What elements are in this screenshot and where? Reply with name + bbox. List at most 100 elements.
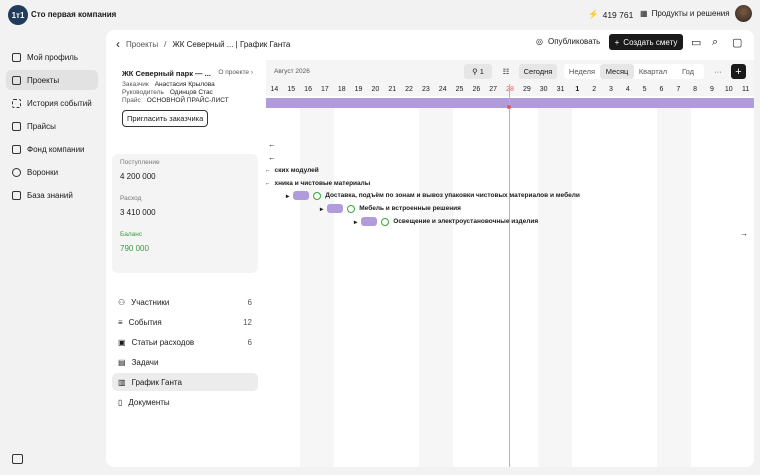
wallet-icon: ▣ [118, 337, 126, 347]
company-name[interactable]: Сто первая компания [31, 10, 116, 19]
expense-label: Расход [120, 195, 142, 202]
status-icon [381, 217, 390, 226]
id-card-icon [12, 52, 21, 62]
day-scale: 14 15 16 17 18 19 20 21 22 23 24 25 26 27 28 29 30 31 1 2 3 4… [266, 84, 754, 96]
wallet-icon [12, 144, 21, 154]
sidebar-item-label: База знаний [27, 190, 73, 200]
weekend-column [300, 108, 334, 467]
gantt-row[interactable]: ▸ Доставка, подъём по зонам и вывоз упако… [286, 191, 580, 200]
scale-week[interactable]: Неделя [564, 64, 600, 79]
menu-events[interactable]: ≡ События 12 [112, 313, 258, 331]
menu-documents[interactable]: ▯ Документы [112, 393, 258, 411]
sidebar-toggle-icon[interactable] [12, 454, 23, 464]
row-label: хника и чистовые материалы [274, 180, 371, 187]
expand-icon[interactable]: ▸ [286, 192, 289, 200]
sidebar-item-history[interactable]: История событий [6, 93, 98, 113]
create-estimate-button[interactable]: + Создать смету [609, 34, 683, 50]
add-task-button[interactable]: + [731, 64, 746, 79]
scale-switch: Неделя Месяц Квартал Год [564, 64, 704, 79]
gantt-row[interactable]: ▸ Мебель и встроенные решения [320, 204, 461, 213]
scale-quarter[interactable]: Квартал [634, 64, 672, 79]
menu-participants[interactable]: ⚇ Участники 6 [112, 293, 258, 311]
price-value: ОСНОВНОЙ ПРАЙС-ЛИСТ [146, 97, 229, 104]
gantt-row[interactable]: ← ских модулей [266, 167, 319, 174]
day-label: 16 [304, 86, 312, 93]
video-icon[interactable]: ▭ [691, 36, 701, 49]
day-label: 2 [592, 86, 597, 93]
weekend-column [657, 108, 691, 467]
company-logo[interactable]: 1т1 [8, 5, 28, 25]
day-label: 1 [575, 86, 580, 93]
avatar[interactable] [735, 5, 752, 22]
row-label: Доставка, подъём по зонам и вывоз упаков… [325, 192, 580, 199]
top-bar: 1т1 Сто первая компания ⚡ 419 761 ▦ Прод… [0, 0, 760, 30]
create-estimate-label: Создать смету [623, 37, 678, 47]
publish-button[interactable]: ◎ Опубликовать [536, 37, 600, 46]
main-panel: ‹ Проекты / ЖК Северный ... | График Ган… [106, 30, 754, 467]
scroll-right-icon[interactable]: → [740, 229, 748, 238]
day-label: 25 [455, 86, 464, 93]
scroll-left-icon[interactable]: ← [268, 140, 276, 149]
search-icon[interactable]: ⌕ [712, 36, 718, 49]
settings-icon[interactable]: ☷ [499, 64, 513, 79]
expand-icon[interactable]: ▸ [320, 205, 323, 213]
day-label: 26 [472, 86, 481, 93]
sidebar-item-funnels[interactable]: Воронки [6, 162, 98, 182]
weekend-column [419, 108, 453, 467]
day-label: 19 [354, 86, 363, 93]
products-menu[interactable]: ▦ Продукты и решения [640, 9, 730, 18]
menu-label: Участники [131, 297, 170, 307]
today-button[interactable]: Сегодня [519, 64, 557, 79]
more-icon[interactable]: ··· [711, 64, 725, 79]
day-label: 10 [724, 86, 733, 93]
task-bar[interactable] [327, 204, 344, 213]
book-icon [12, 190, 21, 200]
day-label: 27 [489, 86, 498, 93]
sidebar-item-label: Мой профиль [27, 52, 79, 62]
invite-client-button[interactable]: Пригласить заказчика [122, 110, 209, 127]
menu-expenses[interactable]: ▣ Статьи расходов 6 [112, 333, 258, 351]
project-info-column: ЖК Северный парк — ... О проекте › Заказ… [106, 60, 264, 467]
day-label: 31 [556, 86, 565, 93]
users-icon: ⚇ [118, 297, 126, 307]
menu-gantt[interactable]: ▥ График Ганта [112, 373, 258, 391]
gantt-row[interactable]: ← хника и чистовые материалы [266, 180, 370, 187]
client-label: Заказчик [122, 81, 149, 88]
sidebar-item-prices[interactable]: Прайсы [6, 116, 98, 136]
breadcrumb-separator: / [164, 39, 167, 49]
scale-month[interactable]: Месяц [600, 64, 634, 79]
expand-icon[interactable]: ▸ [354, 218, 357, 226]
sidebar-item-fund[interactable]: Фонд компании [6, 139, 98, 159]
scroll-left-icon[interactable]: ← [268, 153, 276, 162]
day-label: 14 [270, 86, 279, 93]
chat-icon[interactable]: ▢ [732, 36, 742, 49]
sidebar-item-profile[interactable]: Мой профиль [6, 47, 98, 67]
menu-count: 6 [247, 337, 252, 347]
sidebar-item-projects[interactable]: Проекты [6, 70, 98, 90]
menu-label: Задачи [131, 357, 159, 367]
scale-year[interactable]: Год [672, 64, 704, 79]
gantt-row[interactable]: ▸ Освещение и электроустановочные изделия [354, 217, 538, 226]
filter-button[interactable]: ⚲ 1 [464, 64, 492, 79]
day-label: 21 [388, 86, 397, 93]
income-label: Поступление [120, 159, 160, 166]
day-label: 9 [709, 86, 714, 93]
sidebar-item-knowledge[interactable]: База знаний [6, 185, 98, 205]
row-label: Мебель и встроенные решения [359, 205, 461, 212]
day-label: 5 [642, 86, 647, 93]
menu-label: События [128, 317, 162, 327]
projects-icon [12, 75, 21, 85]
day-label: 18 [337, 86, 346, 93]
task-bar[interactable] [361, 217, 378, 226]
task-bar[interactable] [293, 191, 310, 200]
back-arrow-icon[interactable]: ‹ [116, 37, 120, 51]
breadcrumb-projects[interactable]: Проекты [126, 40, 158, 49]
day-label: 7 [676, 86, 681, 93]
menu-tasks[interactable]: ▤ Задачи [112, 353, 258, 371]
row-arrow-icon: ← [266, 180, 271, 187]
row-label: Освещение и электроустановочные изделия [393, 218, 539, 225]
day-label: 6 [659, 86, 664, 93]
balance-widget[interactable]: ⚡ 419 761 [588, 9, 633, 20]
about-project-link[interactable]: О проекте › [218, 69, 253, 78]
history-icon [12, 98, 21, 108]
